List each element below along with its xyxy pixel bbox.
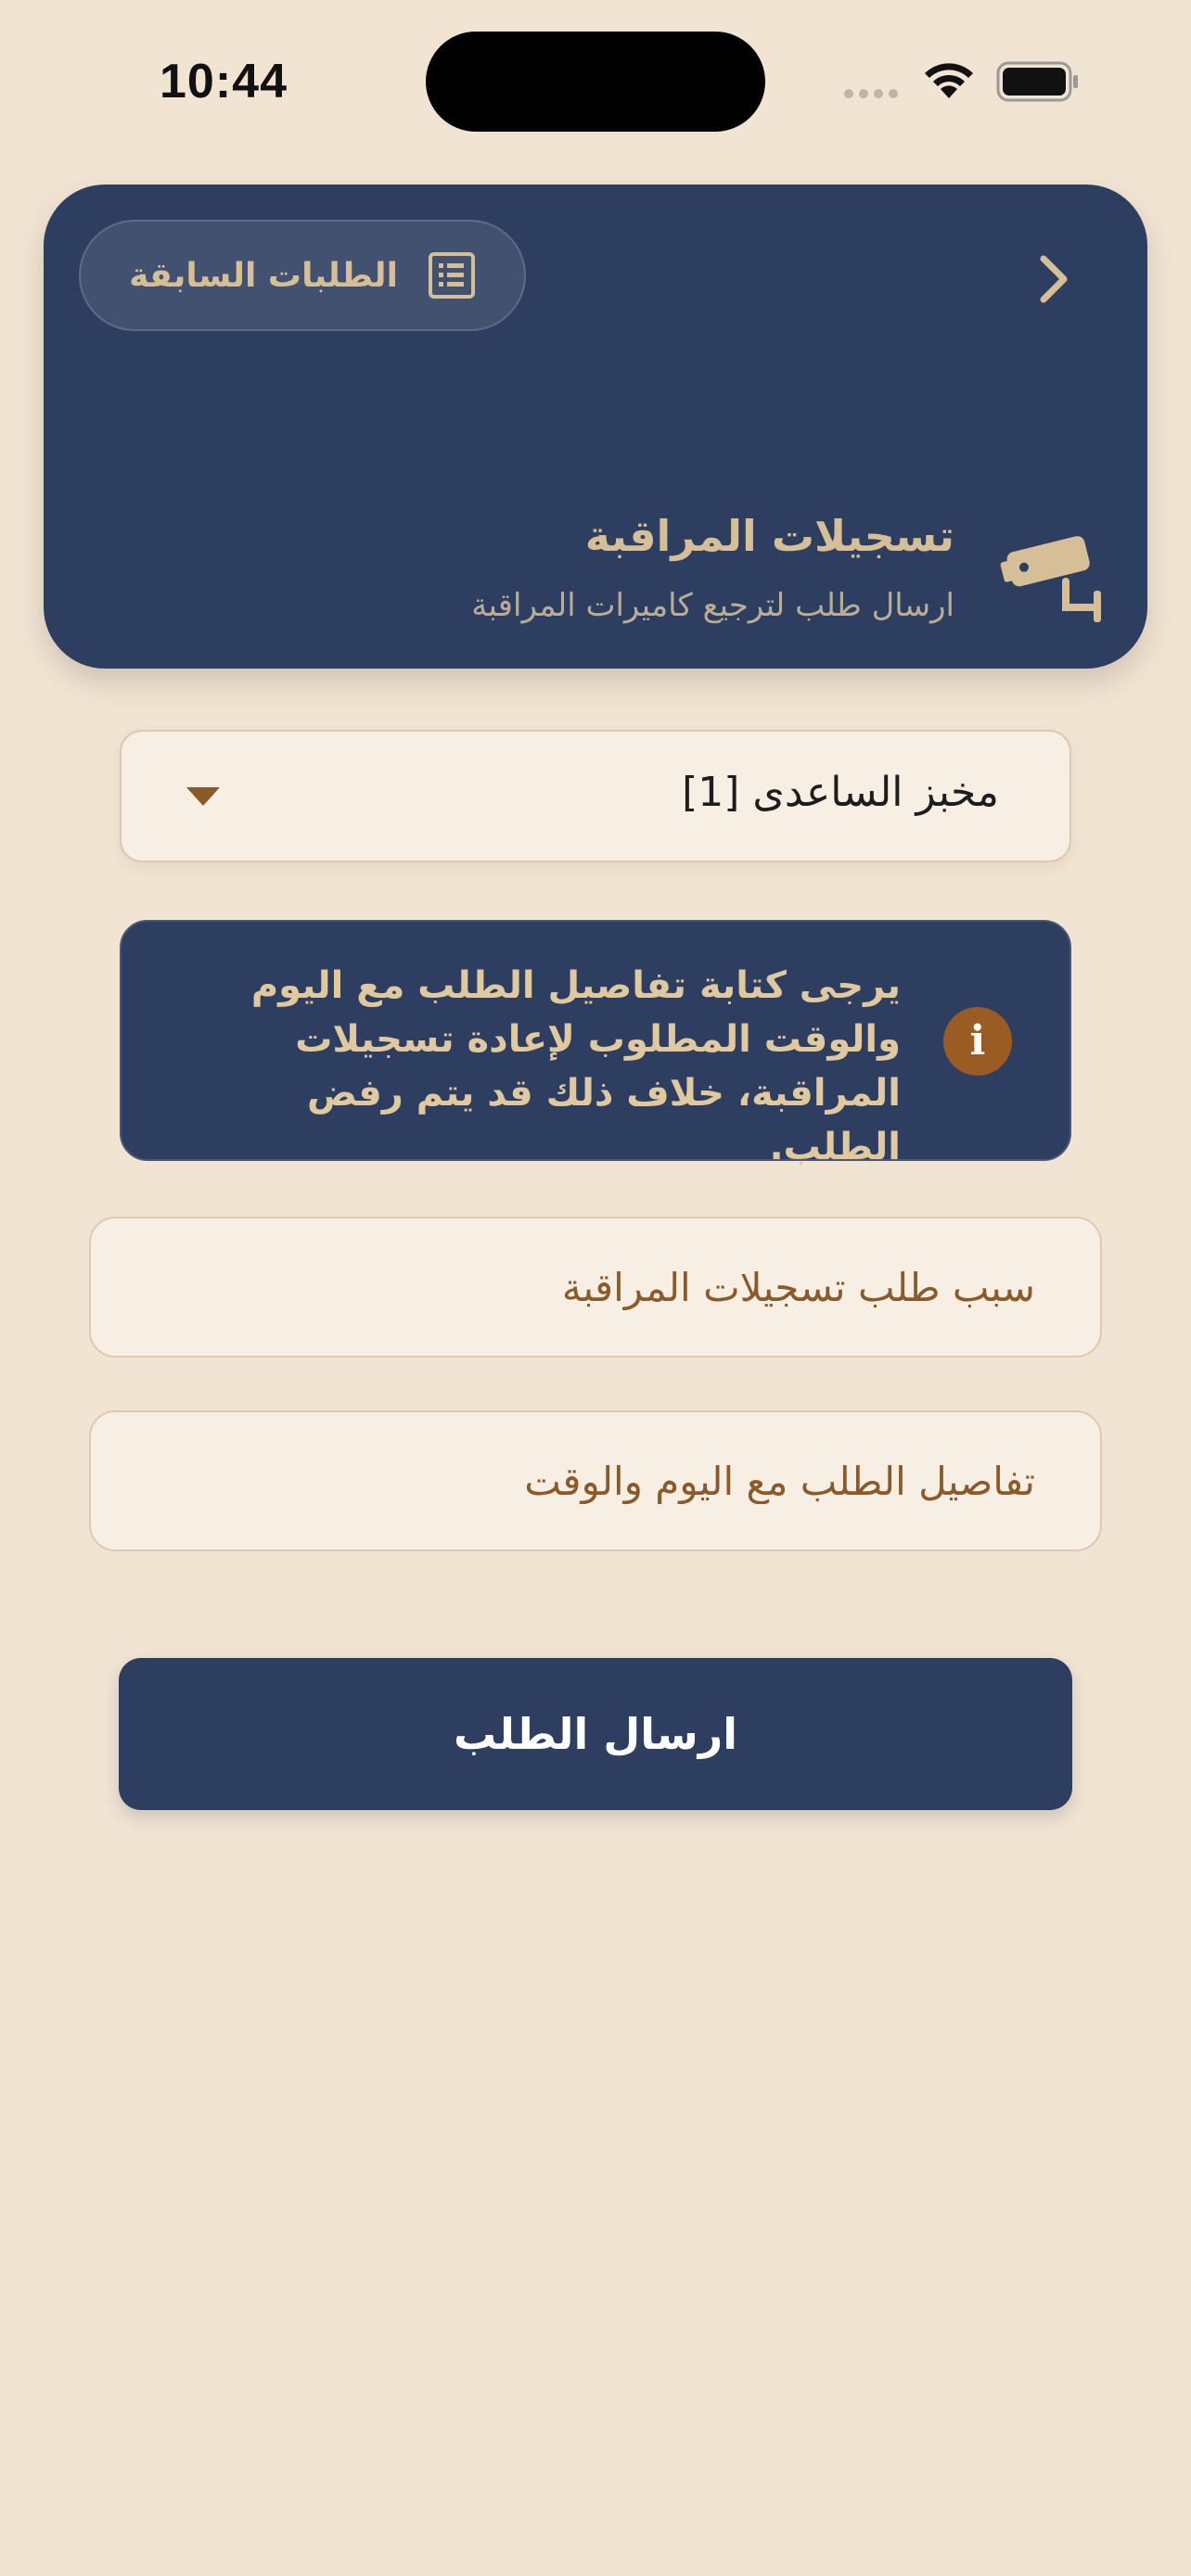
security-camera-icon	[1000, 536, 1101, 622]
previous-requests-label: الطلبات السابقة	[129, 256, 398, 295]
branch-dropdown[interactable]: مخبز الساعدى [1]	[120, 730, 1071, 862]
cellular-signal-icon	[844, 89, 898, 98]
header-card: الطلبات السابقة تسجيلات المراقبة ارسال ط…	[44, 185, 1147, 669]
status-time: 10:44	[160, 55, 288, 108]
branch-selected-value: مخبز الساعدى [1]	[682, 769, 999, 816]
info-notice: يرجى كتابة تفاصيل الطلب مع اليوم والوقت …	[120, 920, 1071, 1168]
wifi-icon	[925, 63, 973, 98]
dynamic-island	[426, 32, 765, 132]
previous-requests-button[interactable]: الطلبات السابقة	[79, 220, 526, 331]
surveillance-request-screen: 10:44 الطلبات السابقة تسجيلات المراقبة ا…	[0, 0, 1191, 2576]
page-title: تسجيلات المراقبة	[584, 511, 954, 561]
page-subtitle: ارسال طلب لترجيع كاميرات المراقبة	[471, 587, 954, 624]
battery-icon	[996, 61, 1078, 102]
chevron-right-icon[interactable]	[1036, 253, 1073, 305]
info-notice-text: يرجى كتابة تفاصيل الطلب مع اليوم والوقت …	[250, 964, 901, 1168]
info-icon: i	[943, 1007, 1012, 1076]
dropdown-arrow-icon	[186, 787, 220, 806]
document-list-icon	[428, 252, 475, 299]
submit-button[interactable]: ارسال الطلب	[119, 1658, 1072, 1810]
reason-input[interactable]	[89, 1217, 1102, 1358]
details-input[interactable]	[89, 1410, 1102, 1551]
